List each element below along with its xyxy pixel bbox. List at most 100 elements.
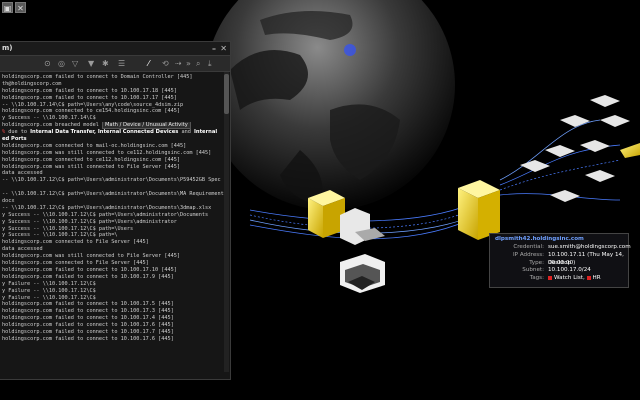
target-icon[interactable]: ◎ xyxy=(58,58,65,69)
log-line[interactable]: y Success -- \\10.100.17.14\C$ xyxy=(2,115,230,122)
log-line[interactable]: holdingscorp.com failed to connect to 10… xyxy=(2,267,230,274)
scrollbar[interactable] xyxy=(224,72,229,372)
device-node-cluster-right[interactable] xyxy=(520,95,640,202)
log-text: holdingscorp.com failed to connect to 10… xyxy=(2,87,177,94)
tag-label[interactable]: HR xyxy=(593,275,601,281)
log-line[interactable]: % due to Internal Data Transfer, Interna… xyxy=(2,129,230,136)
log-line[interactable]: y Success -- \\10.100.17.12\C$ path=\Use… xyxy=(2,212,230,219)
list-icon[interactable]: ☰ xyxy=(118,58,125,69)
log-line[interactable]: ed Ports xyxy=(2,136,230,143)
tooltip-row: Type: Desktop xyxy=(490,260,628,268)
log-line[interactable]: holdingscorp.com failed to connect to 10… xyxy=(2,329,230,336)
log-line[interactable]: -- \\10.100.17.12\C$ path=\Users\adminis… xyxy=(2,191,230,198)
log-line[interactable]: holdingscorp.com breached model Math / D… xyxy=(2,122,230,130)
globe xyxy=(205,0,455,210)
star-icon[interactable]: ✱ xyxy=(102,58,109,69)
scrollbar-thumb[interactable] xyxy=(224,74,229,114)
log-line[interactable]: holdingscorp.com connected to ce112.hold… xyxy=(2,157,230,164)
log-line[interactable]: holdingscorp.com failed to connect to 10… xyxy=(2,308,230,315)
tooltip-row: Credential: sue.smith@holdingscorp.com xyxy=(490,244,631,252)
log-line[interactable]: y Failure -- \\10.100.17.12\C$ xyxy=(2,288,230,295)
tag-label[interactable]: Watch List, xyxy=(554,275,587,281)
log-text: holdingscorp.com failed to connect to 10… xyxy=(2,273,174,280)
clock-icon[interactable]: ⊙ xyxy=(44,58,51,69)
next-icon[interactable]: ⇢ xyxy=(175,58,182,69)
event-log[interactable]: holdingscorp.com failed to connect to Do… xyxy=(0,72,230,343)
log-text: y Success -- \\10.100.17.12\C$ path=\ xyxy=(2,232,118,239)
log-text: holdingscorp.com breached model xyxy=(2,122,102,129)
log-line[interactable]: holdingscorp.com failed to connect to 10… xyxy=(2,274,230,281)
log-line[interactable]: holdingscorp.com connected to ce154.hold… xyxy=(2,108,230,115)
tooltip-hostname[interactable]: dlpsmith42.holdingsinc.com xyxy=(490,234,628,244)
log-line[interactable]: holdingscorp.com was still connected to … xyxy=(2,150,230,157)
log-line[interactable]: holdingscorp.com failed to connect to 10… xyxy=(2,322,230,329)
event-log-window: m) – ✕ ⊙ ◎ ▽ ▼ ✱ ☰ ⁄ ⟲ ⇢ » ⌕ ⤓ holdingsc… xyxy=(0,41,231,380)
log-line[interactable]: holdingscorp.com failed to connect to 10… xyxy=(2,88,230,95)
log-text: -- \\10.100.17.12\C$ path=\Users\adminis… xyxy=(2,204,212,211)
tag-color-swatch xyxy=(586,275,591,280)
log-line[interactable]: holdingscorp.com was still connected to … xyxy=(2,253,230,260)
log-text: holdingscorp.com failed to connect to 10… xyxy=(2,308,174,315)
log-line[interactable]: y Failure -- \\10.100.17.12\C$ xyxy=(2,295,230,302)
log-line[interactable]: holdingscorp.com connected to File Serve… xyxy=(2,260,230,267)
log-text: ed Ports xyxy=(2,136,27,143)
log-text: holdingscorp.com failed to connect to Do… xyxy=(2,74,193,80)
log-toolbar: ⊙ ◎ ▽ ▼ ✱ ☰ ⁄ ⟲ ⇢ » ⌕ ⤓ xyxy=(0,55,230,72)
tooltip-key: Tags: xyxy=(529,275,544,282)
log-line[interactable]: -- \\10.100.17.12\C$ path=\Users\adminis… xyxy=(2,205,230,212)
log-line[interactable]: data accessed xyxy=(2,170,230,177)
file-server-node[interactable] xyxy=(458,180,500,240)
log-text: -- \\10.100.17.12\C$ path=\Users\adminis… xyxy=(2,191,230,198)
filter-icon-2[interactable]: ▼ xyxy=(88,58,94,69)
log-text: data accessed xyxy=(2,170,43,177)
log-line[interactable]: th@holdingscorp.com xyxy=(2,81,230,88)
log-text: holdingscorp.com failed to connect to 10… xyxy=(2,335,174,342)
log-text: holdingscorp.com connected to File Serve… xyxy=(2,260,149,267)
log-text: holdingscorp.com connected to mail-oc.ho… xyxy=(2,142,187,149)
log-line[interactable]: holdingscorp.com failed to connect to 10… xyxy=(2,336,230,343)
log-line[interactable]: holdingscorp.com failed to connect to Do… xyxy=(2,74,230,81)
window-titlebar: m) – ✕ xyxy=(0,42,230,55)
model-breach-label[interactable]: Math / Device / Unusual Activity xyxy=(101,122,191,130)
history-icon[interactable]: ⟲ xyxy=(162,58,169,69)
log-line[interactable] xyxy=(2,184,230,191)
log-line[interactable]: y Success -- \\10.100.17.12\C$ path=\ xyxy=(2,232,230,239)
tooltip-value: 10.100.17.0/24 xyxy=(548,267,591,274)
log-text: y Failure -- \\10.100.17.12\C$ xyxy=(2,294,96,301)
log-line[interactable]: holdingscorp.com failed to connect to 10… xyxy=(2,301,230,308)
minimize-button[interactable]: – xyxy=(212,42,216,55)
restore-icon[interactable]: ▣ xyxy=(2,2,13,13)
filter-icon[interactable]: ▽ xyxy=(72,58,78,69)
tooltip-key: IP Address: xyxy=(513,251,544,258)
log-text: docx xyxy=(2,198,15,205)
log-line[interactable]: docx xyxy=(2,198,230,205)
log-text: holdingscorp.com was still connected to … xyxy=(2,253,181,260)
close-icon[interactable]: ✕ xyxy=(15,2,26,13)
log-text: holdingscorp.com was still connected to … xyxy=(2,163,181,170)
log-line[interactable]: y Success -- \\10.100.17.12\C$ path=\Use… xyxy=(2,219,230,226)
log-line[interactable]: holdingscorp.com was still connected to … xyxy=(2,164,230,171)
search-icon[interactable]: ⌕ xyxy=(196,58,200,69)
log-text: holdingscorp.com failed to connect to 10… xyxy=(2,328,174,335)
log-text: -- \\10.100.17.14\C$ path=\Users\any\cod… xyxy=(2,101,184,108)
log-line[interactable]: -- \\10.100.17.14\C$ path=\Users\any\cod… xyxy=(2,102,230,109)
log-line[interactable]: y Success -- \\10.100.17.12\C$ path=\Use… xyxy=(2,226,230,233)
log-text: data accessed xyxy=(2,246,43,253)
log-line[interactable]: data accessed xyxy=(2,246,230,253)
download-icon[interactable]: ⤓ xyxy=(208,58,212,69)
desktop-node-white[interactable] xyxy=(340,254,385,293)
log-line[interactable]: -- \\10.100.17.12\C$ path=\Users\adminis… xyxy=(2,177,230,184)
tooltip-value: sue.smith@holdingscorp.com xyxy=(548,244,631,250)
log-line[interactable]: holdingscorp.com failed to connect to 10… xyxy=(2,95,230,102)
pen-icon[interactable]: ⁄ xyxy=(148,58,149,69)
log-line[interactable]: holdingscorp.com failed to connect to 10… xyxy=(2,315,230,322)
log-line[interactable]: y Failure -- \\10.100.17.12\C$ xyxy=(2,281,230,288)
log-text: holdingscorp.com failed to connect to 10… xyxy=(2,266,177,273)
tooltip-row-tags: Tags: Watch List, HR xyxy=(490,275,628,283)
close-button[interactable]: ✕ xyxy=(220,42,227,55)
device-tooltip: dlpsmith42.holdingsinc.com Credential: su… xyxy=(489,233,631,288)
fast-forward-icon[interactable]: » xyxy=(186,58,191,69)
log-line[interactable]: holdingscorp.com connected to File Serve… xyxy=(2,239,230,246)
log-text: y Success -- \\10.100.17.12\C$ path=\Use… xyxy=(2,211,209,218)
log-line[interactable]: holdingscorp.com connected to mail-oc.ho… xyxy=(2,143,230,150)
